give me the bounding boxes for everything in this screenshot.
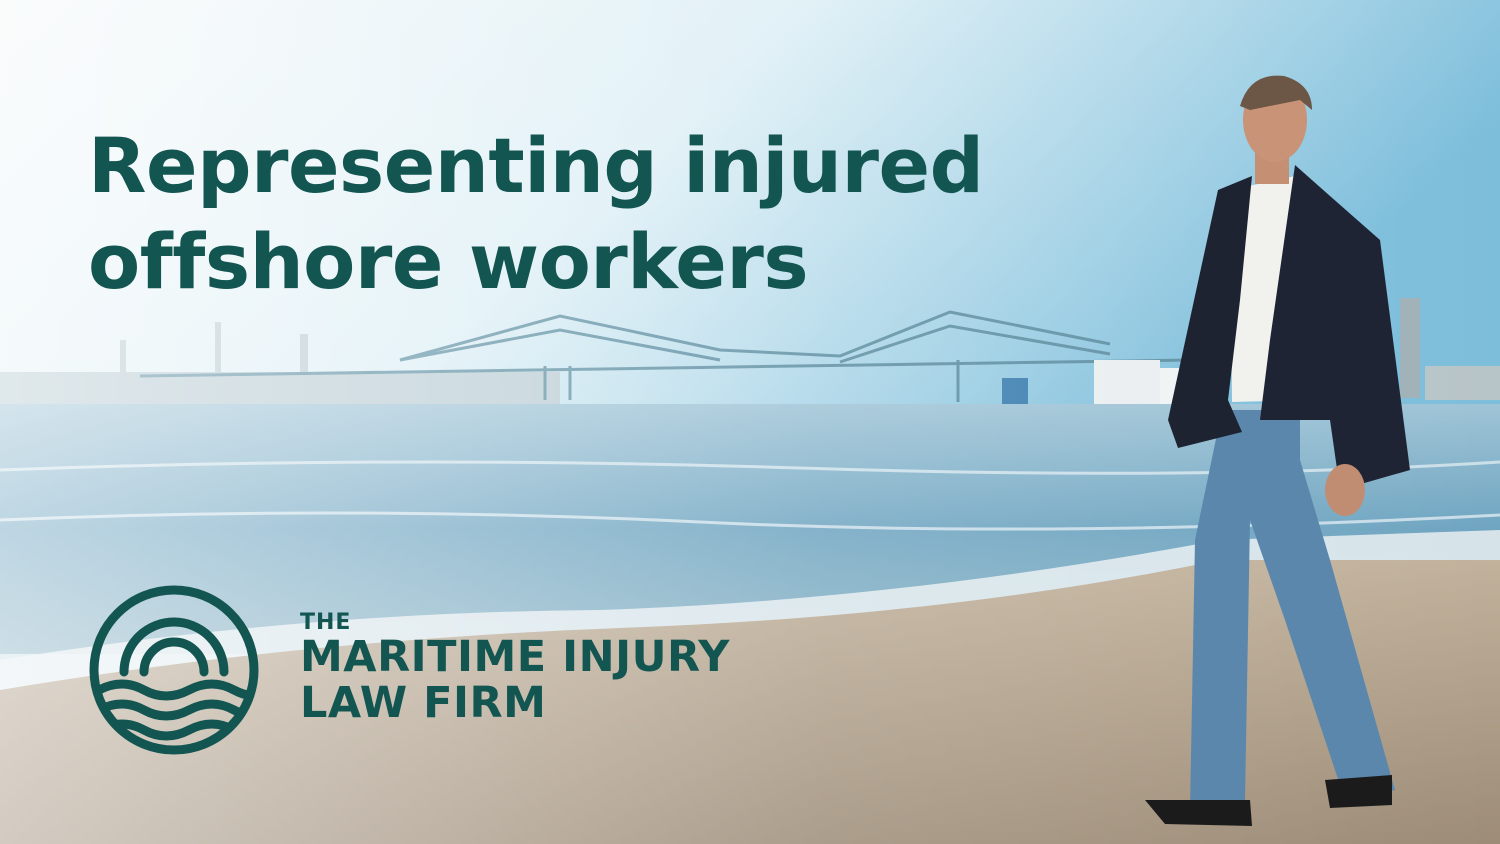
headline: Representing injured offshore workers xyxy=(88,118,984,310)
firm-wordmark: THE MARITIME INJURY LAW FIRM xyxy=(300,610,730,728)
wordmark-line-2: LAW FIRM xyxy=(300,678,547,728)
headline-line-2: offshore workers xyxy=(88,217,809,306)
sun-over-waves-icon xyxy=(89,585,259,755)
wordmark-the: THE xyxy=(300,610,352,635)
headline-line-1: Representing injured xyxy=(88,121,984,210)
wordmark-line-1: MARITIME INJURY xyxy=(300,632,730,682)
